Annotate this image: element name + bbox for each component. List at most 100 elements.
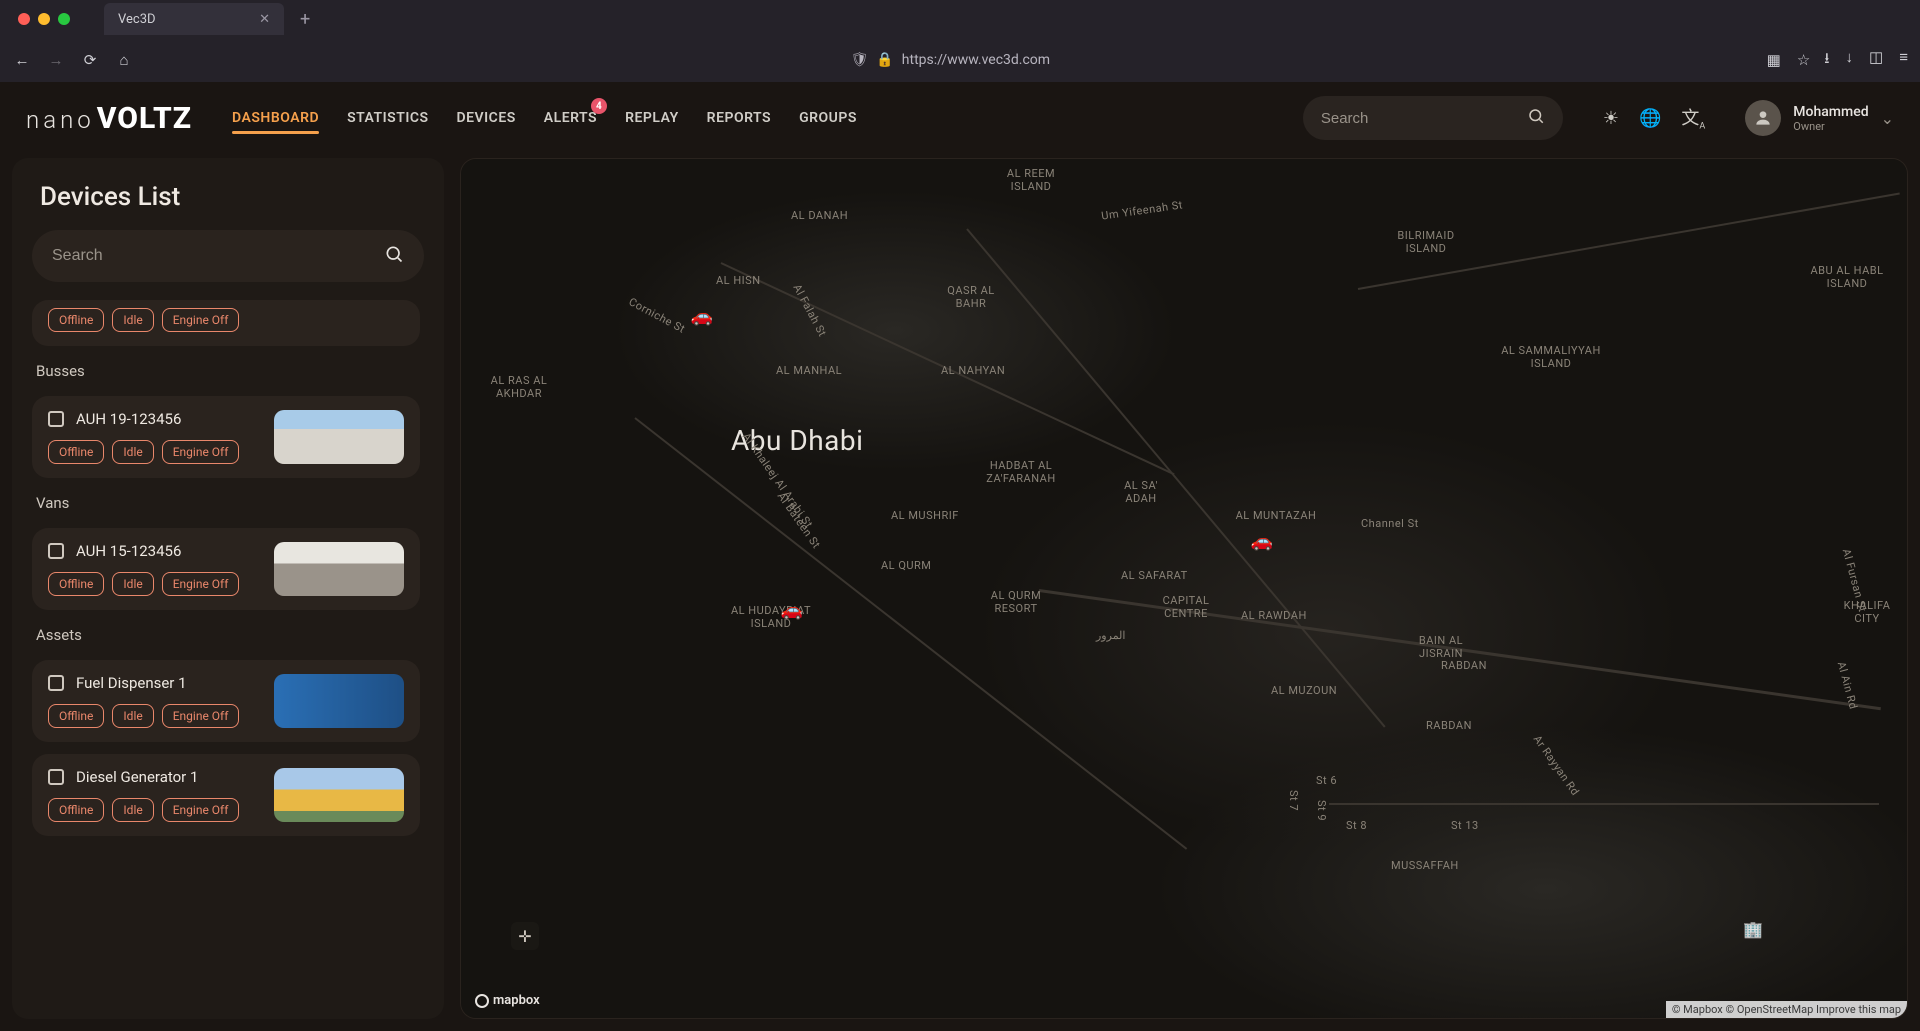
shield-icon: 🛡 [851, 52, 869, 68]
group-label-vans: Vans [32, 490, 420, 516]
nav-groups[interactable]: GROUPS [799, 92, 857, 144]
map-label: AL MANHAL [776, 364, 842, 377]
map-road-label: Um Yifeenah St [1100, 198, 1183, 222]
user-role: Owner [1793, 120, 1868, 133]
device-card[interactable]: Offline Idle Engine Off [32, 300, 420, 346]
translate-icon[interactable]: 文A [1681, 104, 1705, 132]
map-label: MUSSAFFAH [1391, 859, 1459, 872]
map-locate-button[interactable]: ✛ [511, 922, 539, 950]
map-label: AL MUNTAZAH [1231, 509, 1321, 522]
user-menu[interactable]: Mohammed Owner ⌄ [1745, 100, 1894, 136]
brand-logo[interactable]: nanoVOLTZ [26, 101, 192, 136]
url-box[interactable]: 🛡 🔒 https://www.vec3d.com [148, 52, 1753, 68]
device-checkbox[interactable] [48, 675, 64, 691]
status-tag-idle: Idle [112, 572, 153, 596]
maximize-window-button[interactable] [58, 13, 70, 25]
theme-toggle-icon[interactable]: ☀ [1603, 108, 1619, 129]
nav-devices[interactable]: DEVICES [457, 92, 516, 144]
map-canvas[interactable]: Abu Dhabi AL REEM ISLAND AL DANAH BILRIM… [461, 159, 1907, 1018]
status-tag-engine-off: Engine Off [162, 308, 240, 332]
global-search[interactable] [1303, 96, 1563, 140]
map-building-icon[interactable]: 🏢 [1739, 915, 1767, 943]
pocket-icon[interactable]: ⭳ [1824, 48, 1829, 73]
map-label: AL QURM [881, 559, 931, 572]
map-label: AL MUZOUN [1271, 684, 1337, 697]
map-label: AL SA' ADAH [1111, 479, 1171, 505]
map-road-label: المرور [1096, 629, 1125, 642]
forward-button[interactable]: → [46, 51, 66, 69]
tab-title: Vec3D [118, 12, 156, 27]
status-tag-engine-off: Engine Off [162, 798, 240, 822]
nav-alerts[interactable]: ALERTS 4 [544, 92, 597, 144]
device-checkbox[interactable] [48, 411, 64, 427]
device-card[interactable]: Diesel Generator 1 Offline Idle Engine O… [32, 754, 420, 836]
map-road-label: Al Fursan St [1840, 547, 1869, 613]
devices-sidebar: Devices List Offline Idle Engine Off [12, 158, 444, 1019]
browser-tab[interactable]: Vec3D ✕ [104, 3, 284, 35]
status-tag-idle: Idle [112, 704, 153, 728]
map-road-label: St 9 [1315, 800, 1328, 821]
map-road-label: Al Khaleej Al Arabi St [740, 430, 816, 530]
map-label: QASR AL BAHR [936, 284, 1006, 310]
downloads-icon[interactable]: ↓ [1846, 48, 1854, 73]
map-label: AL REEM ISLAND [991, 167, 1071, 193]
search-icon[interactable] [384, 244, 404, 269]
search-icon[interactable] [1527, 107, 1545, 130]
brand-part2: VOLTZ [97, 101, 192, 136]
vehicle-marker[interactable]: 🚗 [781, 603, 803, 617]
status-tag-idle: Idle [112, 308, 153, 332]
app-root: nanoVOLTZ DASHBOARD STATISTICS DEVICES A… [0, 82, 1920, 1031]
map-road-label: St 6 [1316, 774, 1337, 787]
device-list[interactable]: Offline Idle Engine Off Busses AUH 19-12… [32, 300, 424, 995]
map-road-label: St 7 [1287, 790, 1300, 811]
globe-icon[interactable]: 🌐 [1639, 108, 1661, 129]
map-label: AL QURM RESORT [976, 589, 1056, 615]
map-label: AL MUSHRIF [891, 509, 959, 522]
map-label: AL RAS AL AKHDAR [479, 374, 559, 400]
device-checkbox[interactable] [48, 769, 64, 785]
map-label: AL HISN [716, 274, 761, 287]
device-thumbnail [274, 674, 404, 728]
group-label-assets: Assets [32, 622, 420, 648]
mapbox-icon [475, 994, 489, 1008]
mapbox-logo[interactable]: mapbox [475, 993, 540, 1008]
home-button[interactable]: ⌂ [114, 51, 134, 69]
global-search-input[interactable] [1321, 110, 1527, 127]
map-panel[interactable]: Abu Dhabi AL REEM ISLAND AL DANAH BILRIM… [460, 158, 1908, 1019]
nav-dashboard[interactable]: DASHBOARD [232, 92, 319, 144]
close-tab-icon[interactable]: ✕ [259, 12, 270, 27]
browser-chrome: Vec3D ✕ + ← → ⟳ ⌂ 🛡 🔒 https://www.vec3d.… [0, 0, 1920, 82]
nav-statistics[interactable]: STATISTICS [347, 92, 428, 144]
back-button[interactable]: ← [12, 51, 32, 69]
map-label: ABU AL HABL ISLAND [1797, 264, 1897, 290]
device-card[interactable]: Fuel Dispenser 1 Offline Idle Engine Off [32, 660, 420, 742]
vehicle-marker[interactable]: 🚗 [691, 309, 713, 323]
sidebar-search[interactable] [32, 230, 424, 282]
nav-replay[interactable]: REPLAY [625, 92, 679, 144]
alerts-badge: 4 [591, 98, 607, 114]
url-right-icons: ▦ ☆ [1767, 51, 1811, 69]
extensions-icon[interactable]: ◫ [1869, 48, 1883, 73]
device-card[interactable]: AUH 15-123456 Offline Idle Engine Off [32, 528, 420, 610]
vehicle-marker[interactable]: 🚗 [1251, 534, 1273, 548]
map-city-label: Abu Dhabi [731, 424, 863, 457]
sidebar-search-input[interactable] [52, 247, 384, 265]
menu-icon[interactable]: ≡ [1899, 48, 1908, 73]
new-tab-button[interactable]: + [292, 9, 318, 30]
device-checkbox[interactable] [48, 543, 64, 559]
reload-button[interactable]: ⟳ [80, 51, 100, 69]
map-label: KHALIFA CITY [1832, 599, 1902, 625]
device-name: Fuel Dispenser 1 [76, 674, 187, 692]
device-card[interactable]: AUH 19-123456 Offline Idle Engine Off [32, 396, 420, 478]
map-road-label: Ar Rayyan Rd [1531, 733, 1582, 798]
device-thumbnail [274, 410, 404, 464]
close-window-button[interactable] [18, 13, 30, 25]
map-attribution[interactable]: © Mapbox © OpenStreetMap Improve this ma… [1666, 1001, 1907, 1018]
device-name: AUH 19-123456 [76, 410, 181, 428]
qr-icon[interactable]: ▦ [1767, 51, 1781, 69]
minimize-window-button[interactable] [38, 13, 50, 25]
status-tag-engine-off: Engine Off [162, 704, 240, 728]
bookmark-star-icon[interactable]: ☆ [1797, 51, 1810, 69]
nav-reports[interactable]: REPORTS [707, 92, 771, 144]
tab-bar: Vec3D ✕ + [0, 0, 1920, 38]
